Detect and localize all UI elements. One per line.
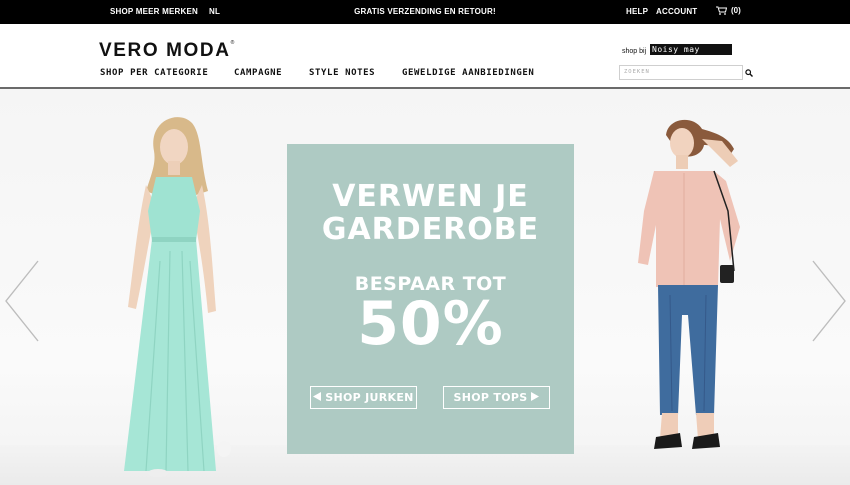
promo-headline-line1: VERWEN JE [332, 179, 529, 214]
top-bar: SHOP MEER MERKEN NL GRATIS VERZENDING EN… [0, 0, 850, 24]
carousel-prev-button[interactable] [4, 259, 40, 348]
promo-headline-line2: GARDEROBE [321, 212, 540, 247]
nav-geweldige-aanbiedingen[interactable]: GEWELDIGE AANBIEDINGEN [402, 68, 534, 78]
logo-text: VERO MODA [99, 40, 231, 61]
chevron-left-icon [4, 260, 40, 347]
help-link[interactable]: HELP [626, 7, 648, 16]
promo-discount: 50% [357, 289, 504, 359]
nav-shop-per-categorie[interactable]: SHOP PER CATEGORIE [100, 68, 208, 78]
promo-box: VERWEN JE GARDEROBE BESPAAR TOT 50% SHOP… [287, 144, 574, 454]
carousel-next-button[interactable] [811, 259, 847, 348]
registered-mark: ® [230, 40, 235, 46]
search-icon [745, 64, 753, 82]
nav-style-notes[interactable]: STYLE NOTES [309, 68, 375, 78]
account-link[interactable]: ACCOUNT [656, 7, 697, 16]
shop-tops-label: SHOP TOPS [453, 391, 528, 404]
shop-jurken-button[interactable]: SHOP JURKEN [310, 386, 417, 409]
hero-banner: VERWEN JE GARDEROBE BESPAAR TOT 50% SHOP… [0, 89, 850, 485]
shop-tops-button[interactable]: SHOP TOPS [443, 386, 550, 409]
cart-count: (0) [731, 6, 741, 15]
model-mint-dress-image[interactable] [112, 111, 242, 485]
noisy-may-brand-link[interactable]: Noisy may [650, 44, 732, 55]
search-input[interactable]: ZOEKEN [619, 65, 743, 80]
vero-moda-logo[interactable]: VERO MODA® [99, 40, 234, 62]
search-button[interactable] [743, 65, 755, 80]
cart-button[interactable]: (0) [716, 6, 741, 15]
triangle-right-icon [531, 391, 540, 404]
chevron-right-icon [811, 260, 847, 347]
model-blouse-jeans-image[interactable] [630, 115, 750, 485]
cart-icon [716, 6, 727, 15]
nav-campagne[interactable]: CAMPAGNE [234, 68, 282, 78]
shop-jurken-label: SHOP JURKEN [325, 391, 414, 404]
triangle-left-icon [313, 391, 322, 404]
shop-at-label: shop bij [622, 48, 647, 55]
